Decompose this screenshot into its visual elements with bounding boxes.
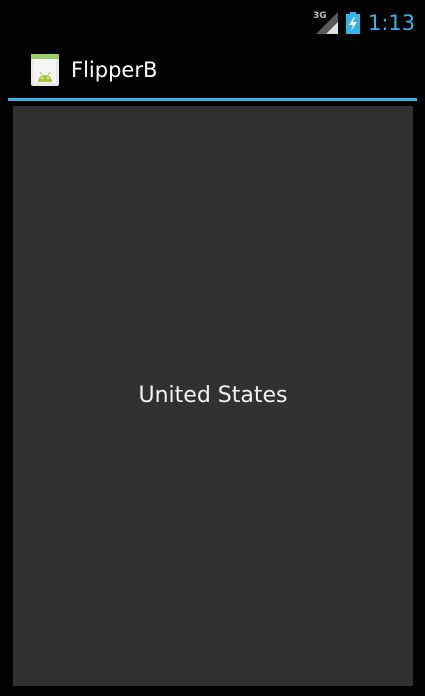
battery-charging-icon: [346, 12, 360, 34]
status-bar: 3G 1:13: [0, 0, 425, 48]
action-bar: FlipperB: [0, 48, 425, 98]
status-clock: 1:13: [368, 11, 416, 35]
network-type-label: 3G: [313, 11, 327, 21]
android-app-icon[interactable]: [30, 52, 60, 88]
view-flipper[interactable]: United States: [13, 106, 413, 686]
flipper-item-label: United States: [138, 383, 288, 408]
app-title: FlipperB: [71, 58, 158, 82]
action-bar-divider: [8, 98, 417, 101]
